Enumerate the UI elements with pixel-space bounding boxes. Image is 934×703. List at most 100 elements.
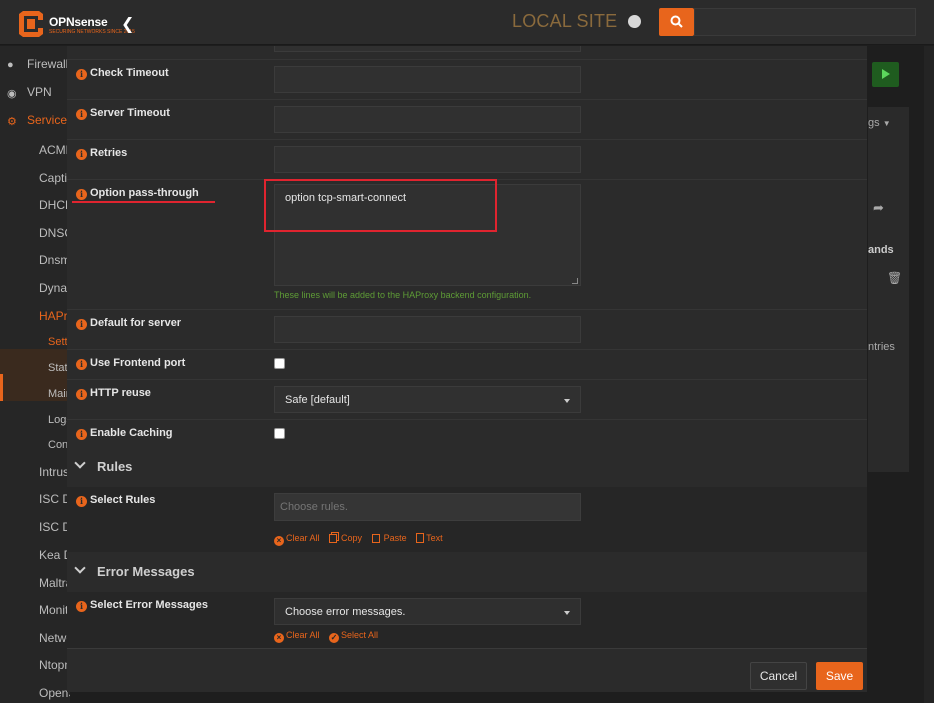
sidebar-item-firewall[interactable]: ● Firewall [0,57,70,79]
background-dropdown[interactable]: gs ▼ [868,117,891,129]
trash-icon[interactable]: 🗑 [887,271,902,285]
sidebar-item-acme[interactable]: ACME Client [0,143,70,165]
save-button[interactable]: Save [816,662,863,690]
rules-section-body: iSelect Rules ×Clear All Copy Paste Text [67,487,867,552]
sidebar-item-isc-dhcpv6[interactable]: ISC DHCPv6 [0,520,70,542]
brand-name: OPNsense [49,15,108,29]
copy-rules-link[interactable]: Copy [329,533,362,543]
default-for-server-input[interactable] [274,316,581,343]
backend-edit-dialog: i Check Timeout i Server Timeout i Retries … [67,46,867,692]
http-reuse-select[interactable]: Safe [default] [274,386,581,413]
chevron-left-icon[interactable]: ❮ [121,14,134,33]
row-server-timeout: i Server Timeout [67,99,867,139]
gear-icon: ⚙ [7,116,17,128]
background-column-header: ands [868,244,894,256]
text-rules-link[interactable]: Text [416,533,443,543]
sidebar-item-dnsmasq[interactable]: Dnsmasq DNS [0,253,70,275]
sidebar-item-monit[interactable]: Monit [0,603,70,625]
sidebar-item-haproxy[interactable]: HAProxy [0,309,70,331]
sidebar-item-vpn[interactable]: ◉ VPN [0,85,70,107]
caret-down-icon [564,399,570,403]
previous-field-fragment[interactable] [274,46,581,52]
server-timeout-label: i Server Timeout [76,107,170,120]
background-entries-text: ntries [868,341,895,353]
enable-caching-label: i Enable Caching [76,427,173,440]
sidebar-item-intrusion-detection[interactable]: Intrusion Detection [0,465,70,487]
chevron-down-icon [74,562,86,574]
search-button[interactable] [659,8,694,36]
site-name: LOCAL SITE [512,11,618,31]
select-rules-input[interactable] [274,493,581,521]
use-frontend-port-checkbox[interactable] [274,358,285,369]
resize-handle-icon[interactable] [572,278,578,284]
select-all-errors-link[interactable]: ✓ Select All [329,630,378,643]
dialog-footer: Cancel Save [67,648,867,692]
sidebar-item-dhcrelay[interactable]: DHCRelay [0,198,70,220]
sidebar-item-captive-portal[interactable]: Captive Portal [0,171,70,193]
annotation-underline [72,201,215,203]
row-enable-caching: i Enable Caching [67,419,867,449]
sidebar-item-network-time[interactable]: Network Time [0,631,70,653]
info-icon[interactable]: i [76,429,87,440]
info-icon[interactable]: i [76,149,87,160]
flame-icon: ● [7,59,14,71]
select-rules-label: i Select Rules [76,494,155,507]
info-icon[interactable]: i [76,496,87,507]
info-icon[interactable]: i [76,359,87,370]
check-timeout-input[interactable] [274,66,581,93]
info-icon[interactable]: i [76,319,87,330]
info-icon[interactable]: i [76,389,87,400]
sidebar: ● Firewall ◉ VPN ⚙ Services ACME Client … [0,46,70,703]
chevron-down-icon [74,457,86,469]
sidebar-item-haproxy-maintenance[interactable]: Maintenance [0,388,70,410]
info-icon[interactable]: i [76,69,87,80]
sidebar-item-dynamic-dns[interactable]: Dynamic DNS [0,281,70,303]
status-indicator [628,15,641,28]
sidebar-item-ntopng[interactable]: Ntopng [0,658,70,680]
sidebar-item-maltrail[interactable]: Maltrail [0,576,70,598]
check-circle-icon: ✓ [329,633,340,643]
server-timeout-input[interactable] [274,106,581,133]
error-messages-section-header[interactable]: Error Messages [67,556,867,588]
rules-tools: × Clear All Copy Paste Text [274,533,450,546]
close-circle-icon: × [274,633,284,643]
info-icon[interactable]: i [76,109,87,120]
search-input[interactable] [694,8,916,36]
clear-all-rules-link[interactable]: × Clear All [274,533,320,546]
sidebar-item-dnscrypt[interactable]: DNSCrypt-Proxy [0,226,70,248]
sidebar-item-haproxy-statistics[interactable]: Statistics [0,362,70,384]
close-circle-icon: × [274,536,284,546]
opnsense-logo-icon[interactable] [17,11,45,37]
sidebar-item-openssh[interactable]: OpenSSH [0,686,70,703]
retries-input[interactable] [274,146,581,173]
globe-icon: ◉ [7,88,17,100]
row-default-for-server: i Default for server [67,309,867,349]
default-for-server-label: i Default for server [76,317,181,330]
annotation-highlight-box [264,179,497,232]
select-error-messages-select[interactable]: Choose error messages. [274,598,581,625]
page-scrollbar[interactable] [924,46,934,703]
rules-section-header[interactable]: Rules [67,451,867,483]
export-icon[interactable]: ➦ [873,200,884,216]
sidebar-item-kea-dhcp[interactable]: Kea DHCP [0,548,70,570]
error-messages-tools: × Clear All ✓ Select All [274,630,385,643]
sidebar-item-haproxy-settings[interactable]: Settings [0,336,70,358]
enable-caching-checkbox[interactable] [274,428,285,439]
use-frontend-port-label: i Use Frontend port [76,357,185,370]
row-retries: i Retries [67,139,867,179]
sidebar-item-haproxy-config-export[interactable]: Config Export [0,439,70,461]
play-icon[interactable] [872,62,899,87]
copy-icon [329,534,338,543]
sidebar-item-isc-dhcpv4[interactable]: ISC DHCPv4 [0,492,70,514]
info-icon[interactable]: i [76,189,87,200]
sidebar-item-services[interactable]: ⚙ Services [0,113,70,135]
row-http-reuse: i HTTP reuse Safe [default] [67,379,867,419]
row-use-frontend-port: i Use Frontend port [67,349,867,379]
sidebar-item-haproxy-logs[interactable]: Logs [0,414,70,436]
cancel-button[interactable]: Cancel [750,662,807,690]
clear-all-errors-link[interactable]: × Clear All [274,630,320,643]
paste-rules-link[interactable]: Paste [371,533,407,543]
http-reuse-label: i HTTP reuse [76,387,151,400]
option-passthrough-label: i Option pass-through [76,187,199,200]
info-icon[interactable]: i [76,601,87,612]
